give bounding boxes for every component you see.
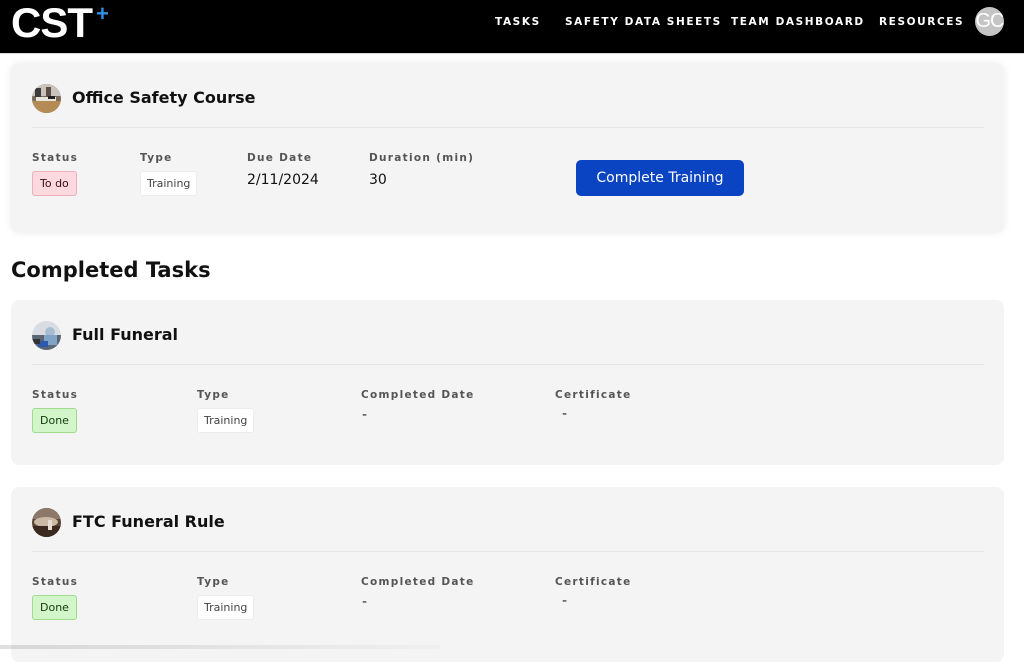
- user-avatar[interactable]: GC: [975, 7, 1004, 36]
- due-date-label: Due Date: [247, 152, 313, 164]
- nav-team-dashboard[interactable]: TEAM DASHBOARD: [731, 15, 865, 29]
- completed-date-value: -: [362, 594, 368, 610]
- duration-value: 30: [369, 172, 387, 188]
- task-title: Full Funeral: [72, 325, 178, 344]
- status-label: Status: [32, 576, 79, 588]
- type-badge: Training: [140, 171, 198, 196]
- task-card-full-funeral: Full Funeral Status Done Type Training C…: [11, 300, 1004, 465]
- logo-plus-icon: +: [96, 1, 109, 26]
- task-card-office-safety: Office Safety Course Status To do Type T…: [11, 63, 1004, 233]
- task-title: Office Safety Course: [72, 88, 256, 107]
- nav-resources[interactable]: RESOURCES: [879, 15, 964, 29]
- status-badge: Done: [32, 595, 77, 620]
- task-card-ftc-funeral-rule: FTC Funeral Rule Status Done Type Traini…: [11, 487, 1004, 662]
- type-badge: Training: [197, 595, 255, 620]
- status-label: Status: [32, 389, 79, 401]
- type-label: Type: [197, 389, 230, 401]
- completed-tasks-heading: Completed Tasks: [11, 258, 211, 282]
- card-divider: [32, 127, 984, 128]
- completed-date-label: Completed Date: [361, 389, 475, 401]
- completed-date-label: Completed Date: [361, 576, 475, 588]
- card-divider: [32, 551, 984, 552]
- type-badge: Training: [197, 408, 255, 433]
- status-badge: To do: [32, 171, 77, 196]
- status-label: Status: [32, 152, 79, 164]
- certificate-label: Certificate: [555, 389, 632, 401]
- type-label: Type: [140, 152, 173, 164]
- type-label: Type: [197, 576, 230, 588]
- task-title: FTC Funeral Rule: [72, 512, 225, 531]
- ftc-photo-icon: [32, 508, 61, 537]
- scroll-shadow: [0, 645, 440, 649]
- certificate-label: Certificate: [555, 576, 632, 588]
- certificate-value[interactable]: -: [562, 592, 567, 610]
- duration-label: Duration (min): [369, 152, 475, 164]
- due-date-value: 2/11/2024: [247, 172, 319, 188]
- complete-training-button[interactable]: Complete Training: [576, 160, 744, 196]
- certificate-value[interactable]: -: [562, 405, 567, 423]
- nav-tasks[interactable]: TASKS: [495, 15, 541, 29]
- status-badge: Done: [32, 408, 77, 433]
- completed-date-value: -: [362, 407, 368, 423]
- top-nav-bar: CST + TASKS SAFETY DATA SHEETS TEAM DASH…: [0, 0, 1024, 54]
- office-photo-icon: [32, 84, 61, 113]
- logo[interactable]: CST: [11, 2, 93, 44]
- card-divider: [32, 364, 984, 365]
- nav-safety-data-sheets[interactable]: SAFETY DATA SHEETS: [565, 15, 722, 29]
- funeral-photo-icon: [32, 321, 61, 350]
